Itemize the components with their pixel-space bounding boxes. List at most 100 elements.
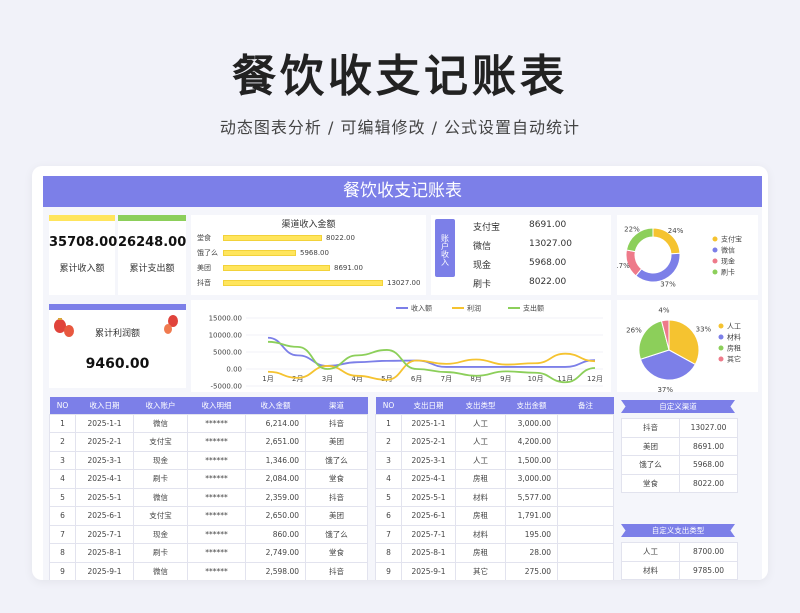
table-cell[interactable]: 刷卡 bbox=[133, 469, 188, 489]
table-cell[interactable]: 美团 bbox=[621, 436, 680, 456]
table-cell[interactable]: 2 bbox=[49, 432, 76, 452]
table-cell[interactable] bbox=[557, 413, 614, 433]
table-cell[interactable] bbox=[557, 524, 614, 544]
table-cell[interactable]: 2025-9-1 bbox=[401, 561, 456, 580]
table-cell[interactable]: 2,084.00 bbox=[245, 469, 306, 489]
table-cell[interactable]: 人工 bbox=[455, 413, 506, 433]
table-cell[interactable]: 人工 bbox=[621, 542, 680, 562]
table-cell[interactable]: 2,650.00 bbox=[245, 506, 306, 526]
table-cell[interactable]: 2025-6-1 bbox=[401, 506, 456, 526]
table-cell[interactable]: 3,000.00 bbox=[505, 469, 558, 489]
table-cell[interactable]: 3 bbox=[49, 450, 76, 470]
table-cell[interactable]: ****** bbox=[187, 469, 246, 489]
table-cell[interactable]: 房租 bbox=[455, 469, 506, 489]
table-cell[interactable]: 堂食 bbox=[305, 469, 368, 489]
table-cell[interactable]: 5 bbox=[49, 487, 76, 507]
table-cell[interactable]: 堂食 bbox=[305, 543, 368, 563]
table-cell[interactable]: ****** bbox=[187, 432, 246, 452]
table-cell[interactable]: 28.00 bbox=[505, 543, 558, 563]
table-cell[interactable] bbox=[557, 561, 614, 580]
table-cell[interactable]: 5,577.00 bbox=[505, 487, 558, 507]
table-cell[interactable]: 2025-8-1 bbox=[75, 543, 134, 563]
table-cell[interactable]: 2,598.00 bbox=[245, 561, 306, 580]
table-cell[interactable]: 2 bbox=[375, 432, 402, 452]
table-cell[interactable]: 微信 bbox=[133, 487, 188, 507]
table-cell[interactable] bbox=[557, 506, 614, 526]
table-cell[interactable]: 5 bbox=[375, 487, 402, 507]
table-cell[interactable]: 支付宝 bbox=[133, 506, 188, 526]
table-cell[interactable]: 860.00 bbox=[245, 524, 306, 544]
table-cell[interactable]: 材料 bbox=[455, 487, 506, 507]
table-cell[interactable]: ****** bbox=[187, 487, 246, 507]
table-cell[interactable]: 8 bbox=[375, 543, 402, 563]
table-cell[interactable]: 13027.00 bbox=[679, 418, 738, 438]
table-cell[interactable]: 1 bbox=[375, 413, 402, 433]
table-cell[interactable]: 2025-7-1 bbox=[75, 524, 134, 544]
table-cell[interactable]: 8 bbox=[49, 543, 76, 563]
table-cell[interactable]: 美团 bbox=[305, 432, 368, 452]
table-cell[interactable]: 2025-2-1 bbox=[401, 432, 456, 452]
table-cell[interactable]: 9 bbox=[49, 561, 76, 580]
table-cell[interactable]: 275.00 bbox=[505, 561, 558, 580]
table-cell[interactable]: 2,749.00 bbox=[245, 543, 306, 563]
table-cell[interactable]: 饿了么 bbox=[305, 524, 368, 544]
table-cell[interactable]: 抖音 bbox=[305, 561, 368, 580]
table-cell[interactable]: 2025-2-1 bbox=[75, 432, 134, 452]
table-cell[interactable]: 6 bbox=[375, 506, 402, 526]
table-cell[interactable]: 2025-3-1 bbox=[75, 450, 134, 470]
table-cell[interactable]: 2025-9-1 bbox=[75, 561, 134, 580]
table-cell[interactable] bbox=[557, 469, 614, 489]
table-cell[interactable]: 3 bbox=[375, 450, 402, 470]
table-cell[interactable]: ****** bbox=[187, 506, 246, 526]
table-cell[interactable]: 2025-5-1 bbox=[75, 487, 134, 507]
table-cell[interactable]: 2,651.00 bbox=[245, 432, 306, 452]
table-cell[interactable]: 2025-5-1 bbox=[401, 487, 456, 507]
table-cell[interactable]: ****** bbox=[187, 413, 246, 433]
table-cell[interactable]: 抖音 bbox=[305, 413, 368, 433]
table-cell[interactable]: 8691.00 bbox=[679, 436, 738, 456]
table-cell[interactable]: 饿了么 bbox=[305, 450, 368, 470]
table-cell[interactable]: 7 bbox=[49, 524, 76, 544]
table-cell[interactable]: 9 bbox=[375, 561, 402, 580]
table-cell[interactable] bbox=[557, 432, 614, 452]
table-cell[interactable]: 人工 bbox=[455, 450, 506, 470]
table-cell[interactable]: 1 bbox=[49, 413, 76, 433]
table-cell[interactable]: 2025-1-1 bbox=[75, 413, 134, 433]
table-cell[interactable] bbox=[557, 543, 614, 563]
table-cell[interactable]: 微信 bbox=[133, 561, 188, 580]
table-cell[interactable]: 房租 bbox=[455, 506, 506, 526]
table-cell[interactable]: 支付宝 bbox=[133, 432, 188, 452]
table-cell[interactable]: 其它 bbox=[455, 561, 506, 580]
table-cell[interactable]: 2025-4-1 bbox=[75, 469, 134, 489]
table-cell[interactable]: 刷卡 bbox=[133, 543, 188, 563]
table-cell[interactable]: 4 bbox=[49, 469, 76, 489]
table-cell[interactable]: 3,000.00 bbox=[505, 413, 558, 433]
table-cell[interactable]: 2025-7-1 bbox=[401, 524, 456, 544]
table-cell[interactable]: 2025-6-1 bbox=[75, 506, 134, 526]
table-cell[interactable]: 8022.00 bbox=[679, 473, 738, 493]
table-cell[interactable]: 2025-4-1 bbox=[401, 469, 456, 489]
table-cell[interactable]: 4 bbox=[375, 469, 402, 489]
table-cell[interactable]: 现金 bbox=[133, 450, 188, 470]
table-cell[interactable]: 4,200.00 bbox=[505, 432, 558, 452]
table-cell[interactable]: 5968.00 bbox=[679, 455, 738, 475]
table-cell[interactable]: 6 bbox=[49, 506, 76, 526]
table-cell[interactable]: 1,500.00 bbox=[505, 450, 558, 470]
table-cell[interactable]: ****** bbox=[187, 561, 246, 580]
table-cell[interactable]: 8700.00 bbox=[679, 542, 738, 562]
table-cell[interactable]: 饿了么 bbox=[621, 455, 680, 475]
table-cell[interactable]: ****** bbox=[187, 450, 246, 470]
table-cell[interactable]: ****** bbox=[187, 524, 246, 544]
table-cell[interactable]: 材料 bbox=[455, 524, 506, 544]
table-cell[interactable]: 抖音 bbox=[621, 418, 680, 438]
table-cell[interactable]: 房租 bbox=[455, 543, 506, 563]
table-cell[interactable]: 7 bbox=[375, 524, 402, 544]
table-cell[interactable] bbox=[557, 487, 614, 507]
table-cell[interactable]: 堂食 bbox=[621, 473, 680, 493]
table-cell[interactable]: ****** bbox=[187, 543, 246, 563]
table-cell[interactable]: 美团 bbox=[305, 506, 368, 526]
table-cell[interactable]: 2,359.00 bbox=[245, 487, 306, 507]
table-cell[interactable]: 现金 bbox=[133, 524, 188, 544]
table-cell[interactable]: 195.00 bbox=[505, 524, 558, 544]
table-cell[interactable]: 材料 bbox=[621, 560, 680, 580]
